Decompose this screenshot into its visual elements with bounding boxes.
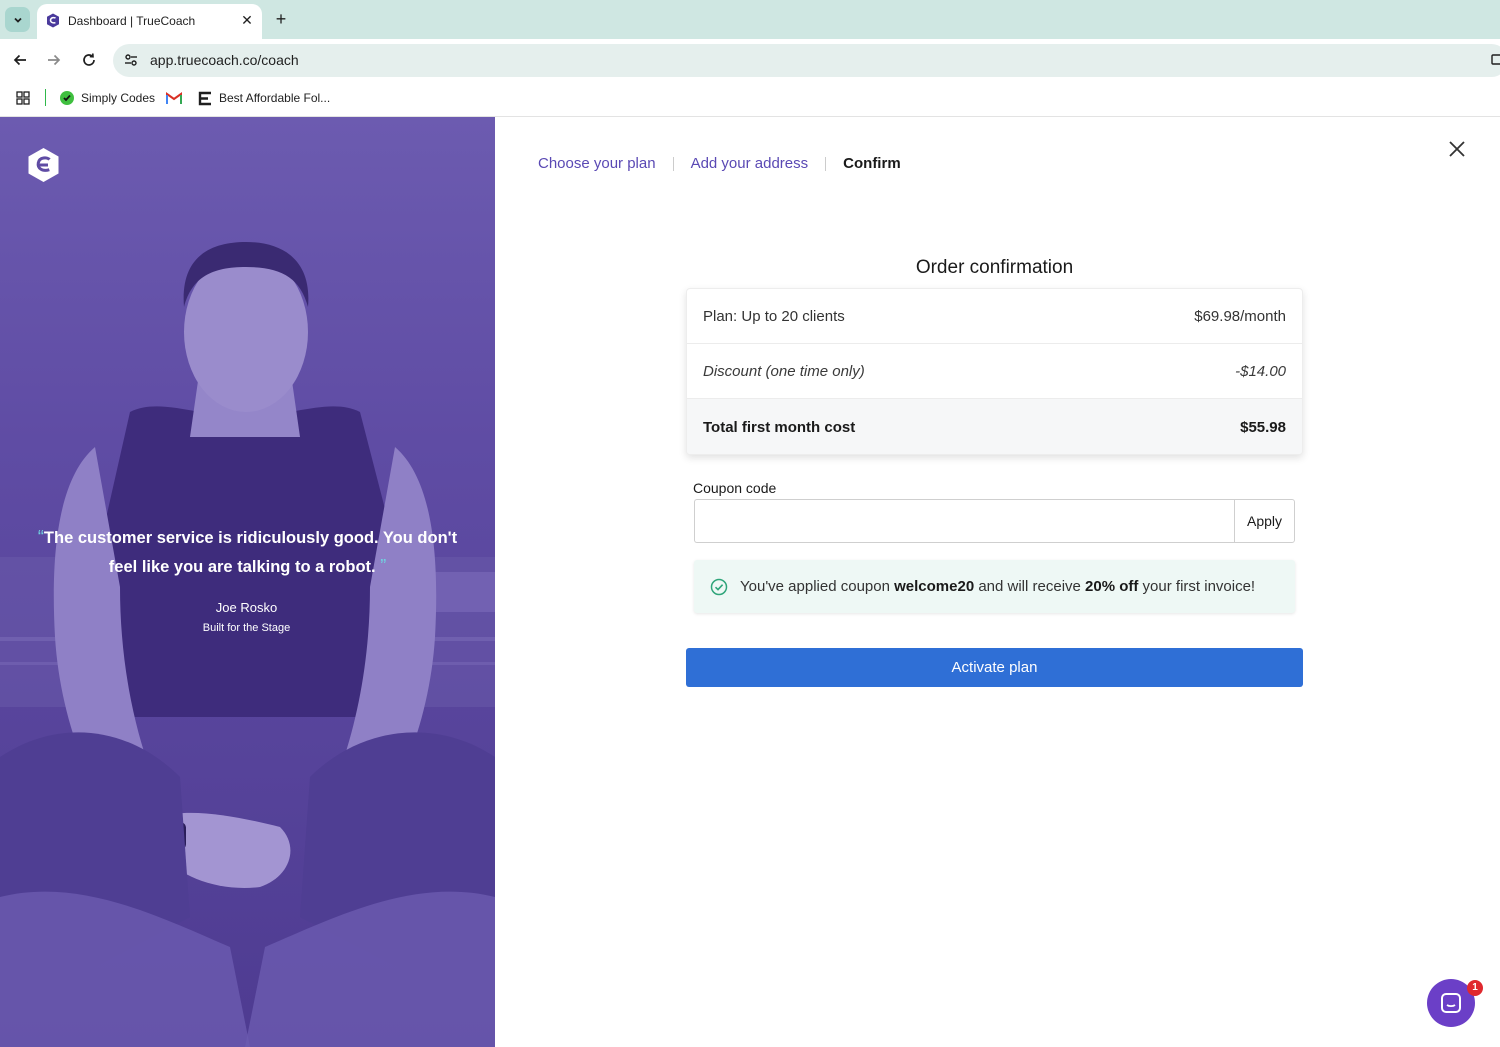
check-circle-icon	[710, 578, 728, 595]
truecoach-logo-icon	[28, 148, 59, 182]
chevron-down-icon	[13, 17, 22, 23]
checkout-steps: Choose your plan Add your address Confir…	[538, 155, 901, 172]
plan-row: Plan: Up to 20 clients $69.98/month	[687, 289, 1302, 344]
step-divider	[825, 156, 827, 171]
discount-row: Discount (one time only) -$14.00	[687, 344, 1302, 399]
bookmark-e-icon	[197, 90, 213, 106]
tab-search-button[interactable]	[5, 7, 30, 32]
arrow-right-icon	[48, 54, 61, 66]
cast-icon[interactable]	[1491, 53, 1500, 67]
tab-close-icon[interactable]: ✕	[239, 12, 255, 28]
discount-label: Discount (one time only)	[703, 362, 865, 380]
testimonial-panel: “The customer service is ridiculously go…	[0, 117, 495, 1047]
truecoach-favicon-icon	[47, 13, 59, 28]
bookmark-label: Best Affordable Fol...	[219, 91, 331, 105]
plan-label: Plan: Up to 20 clients	[703, 307, 845, 325]
address-bar[interactable]: app.truecoach.co/coach	[113, 44, 1500, 77]
coupon-success-message: You've applied coupon welcome20 and will…	[694, 560, 1295, 613]
apply-coupon-button[interactable]: Apply	[1234, 499, 1295, 543]
testimonial-quote: “The customer service is ridiculously go…	[30, 523, 465, 581]
coach-photo	[0, 242, 495, 1047]
bookmark-best-affordable[interactable]: Best Affordable Fol...	[197, 89, 330, 107]
total-label: Total first month cost	[703, 419, 856, 436]
plan-price: $69.98/month	[1194, 307, 1286, 325]
bookmarks-bar: Simply Codes Best Affordable Fol...	[0, 80, 1500, 117]
site-info-icon[interactable]	[123, 52, 139, 68]
back-button[interactable]	[10, 50, 30, 70]
apps-grid-icon[interactable]	[16, 91, 30, 105]
new-tab-button[interactable]: +	[272, 9, 290, 29]
bookmark-gmail[interactable]	[166, 89, 188, 107]
forward-button[interactable]	[44, 50, 64, 70]
reload-icon	[83, 53, 95, 66]
close-quote-mark: ”	[380, 556, 387, 576]
step-add-address[interactable]: Add your address	[691, 155, 809, 172]
testimonial-text: The customer service is ridiculously goo…	[43, 529, 458, 576]
url-text: app.truecoach.co/coach	[150, 52, 299, 68]
total-value: $55.98	[1240, 419, 1286, 436]
arrow-left-icon	[13, 54, 26, 66]
coupon-code: welcome20	[894, 578, 975, 595]
browser-tab-bar: Dashboard | TrueCoach ✕ +	[0, 0, 1500, 39]
total-row: Total first month cost $55.98	[687, 399, 1302, 454]
bookmark-label: Simply Codes	[81, 91, 156, 105]
browser-tab[interactable]: Dashboard | TrueCoach ✕	[37, 4, 262, 39]
gmail-icon	[166, 90, 182, 106]
browser-toolbar: app.truecoach.co/coach	[0, 39, 1500, 80]
simply-codes-icon	[59, 90, 75, 106]
success-middle: and will receive	[974, 578, 1086, 595]
step-confirm: Confirm	[843, 155, 901, 172]
activate-plan-button[interactable]: Activate plan	[686, 648, 1303, 687]
bookmark-simply-codes[interactable]: Simply Codes	[59, 89, 155, 107]
success-prefix: You've applied coupon	[740, 578, 895, 595]
testimonial-company: Built for the Stage	[202, 622, 291, 634]
step-choose-plan[interactable]: Choose your plan	[538, 155, 656, 172]
discount-value: -$14.00	[1235, 362, 1286, 380]
chat-notification-badge: 1	[1467, 980, 1483, 996]
chat-icon	[1441, 993, 1461, 1013]
step-divider	[672, 156, 674, 171]
success-suffix: your first invoice!	[1138, 578, 1256, 595]
reload-button[interactable]	[79, 50, 99, 70]
testimonial-author: Joe Rosko	[215, 600, 278, 615]
close-icon[interactable]	[1446, 138, 1468, 160]
discount-amount: 20% off	[1085, 578, 1139, 595]
order-title: Order confirmation	[915, 257, 1074, 278]
bookmark-divider	[45, 89, 46, 106]
coupon-input[interactable]	[694, 499, 1235, 543]
tab-title: Dashboard | TrueCoach	[68, 14, 196, 28]
coupon-label: Coupon code	[693, 480, 777, 496]
order-summary-card: Plan: Up to 20 clients $69.98/month Disc…	[686, 288, 1303, 455]
